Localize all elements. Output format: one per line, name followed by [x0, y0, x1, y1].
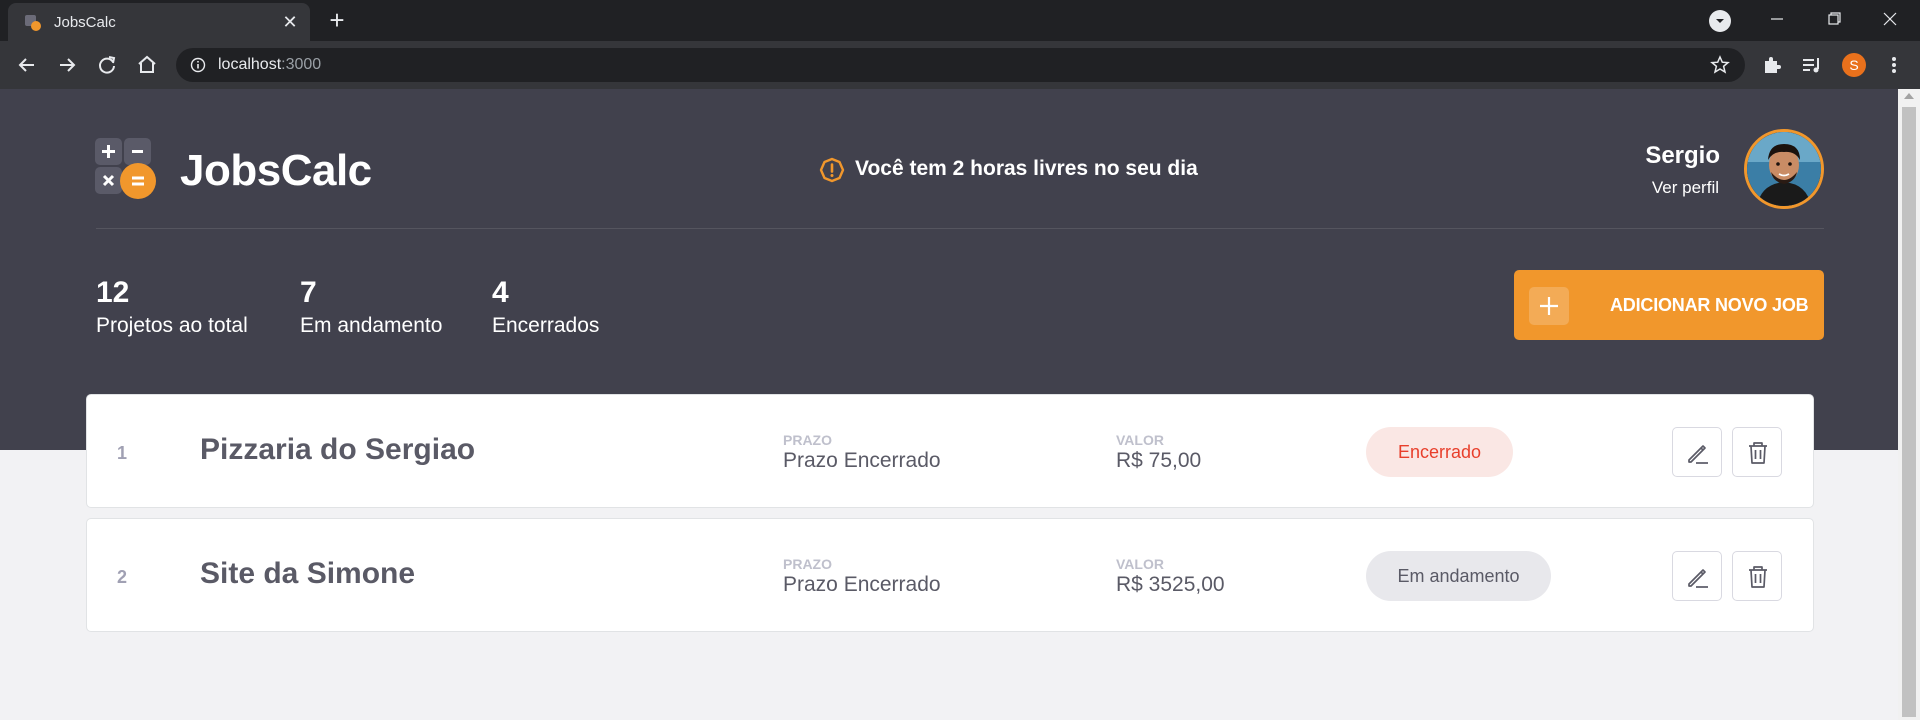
bookmark-star-icon[interactable] [1710, 55, 1730, 75]
job-card: 1 Pizzaria do Sergiao PRAZO Prazo Encerr… [86, 394, 1814, 508]
delete-job-button[interactable] [1732, 551, 1782, 601]
close-window-button[interactable] [1870, 6, 1910, 32]
url-host: localhost [218, 56, 282, 73]
view-profile-link[interactable]: Ver perfil [1652, 178, 1719, 198]
job-card: 2 Site da Simone PRAZO Prazo Encerrado V… [86, 518, 1814, 632]
back-arrow-icon[interactable] [15, 53, 39, 77]
exclamation-circle-icon [819, 157, 845, 183]
header-divider [96, 228, 1824, 229]
deadline-value: Prazo Encerrado [783, 573, 941, 596]
jobscalc-favicon-icon [25, 15, 41, 31]
job-name: Pizzaria do Sergiao [200, 433, 476, 466]
url-port: :3000 [281, 56, 322, 73]
value-label: VALOR [1116, 556, 1164, 572]
job-name: Site da Simone [200, 557, 416, 590]
tab-search-button[interactable] [1709, 10, 1731, 32]
deadline-value: Prazo Encerrado [783, 449, 941, 472]
browser-profile-avatar[interactable]: S [1842, 53, 1866, 77]
closed-label: Encerrados [492, 314, 600, 337]
home-icon[interactable] [135, 53, 159, 77]
tab-title: JobsCalc [54, 14, 116, 31]
deadline-label: PRAZO [783, 556, 832, 572]
avatar[interactable] [1744, 129, 1824, 209]
plus-icon [1529, 287, 1569, 325]
minimize-icon [1771, 18, 1783, 20]
tab-close-icon[interactable]: ✕ [279, 11, 301, 33]
job-value: R$ 75,00 [1116, 449, 1202, 472]
job-id: 2 [117, 567, 128, 587]
scrollbar-thumb[interactable] [1902, 107, 1916, 717]
forward-arrow-icon[interactable] [55, 53, 79, 77]
media-queue-icon[interactable] [1800, 53, 1824, 77]
restore-button[interactable] [1814, 6, 1854, 32]
url-text: localhost:3000 [218, 56, 321, 74]
scroll-up-arrow-icon[interactable] [1904, 93, 1914, 99]
minimize-button[interactable] [1757, 6, 1797, 32]
chevron-down-icon [1716, 19, 1724, 23]
close-icon [1883, 12, 1897, 26]
browser-menu-icon[interactable] [1882, 53, 1906, 77]
add-new-job-label: ADICIONAR NOVO JOB [1610, 295, 1809, 315]
delete-job-button[interactable] [1732, 427, 1782, 477]
add-new-job-button[interactable]: ADICIONAR NOVO JOB [1514, 270, 1824, 340]
browser-toolbar: localhost:3000 S [0, 41, 1920, 89]
edit-job-button[interactable] [1672, 551, 1722, 601]
restore-icon [1828, 12, 1841, 25]
trash-icon [1749, 442, 1767, 464]
free-hours-alert: Você tem 2 horas livres no seu dia [855, 157, 1198, 180]
new-tab-button[interactable]: + [324, 7, 350, 34]
trash-icon [1749, 566, 1767, 588]
status-badge: Encerrado [1366, 427, 1513, 477]
edit-job-button[interactable] [1672, 427, 1722, 477]
job-value: R$ 3525,00 [1116, 573, 1225, 596]
site-info-icon[interactable] [190, 57, 206, 73]
address-bar[interactable]: localhost:3000 [176, 48, 1745, 82]
value-label: VALOR [1116, 432, 1164, 448]
job-id: 1 [117, 443, 128, 463]
logo-text: JobsCalc [180, 146, 372, 195]
total-projects-count: 12 [96, 276, 130, 309]
closed-count: 4 [492, 276, 509, 309]
reload-icon[interactable] [95, 53, 119, 77]
avatar-photo [1747, 132, 1821, 206]
profile-name: Sergio [1645, 142, 1720, 169]
browser-tab-strip: JobsCalc ✕ + [0, 0, 1920, 41]
pencil-icon [1688, 445, 1708, 464]
pencil-icon [1688, 569, 1708, 588]
jobscalc-logo-icon [95, 138, 156, 199]
in-progress-label: Em andamento [300, 314, 443, 337]
in-progress-count: 7 [300, 276, 317, 309]
deadline-label: PRAZO [783, 432, 832, 448]
page-scrollbar[interactable] [1898, 89, 1920, 720]
status-badge: Em andamento [1366, 551, 1551, 601]
extensions-puzzle-icon[interactable] [1760, 53, 1784, 77]
browser-tab[interactable]: JobsCalc ✕ [8, 3, 310, 41]
total-projects-label: Projetos ao total [96, 314, 248, 337]
